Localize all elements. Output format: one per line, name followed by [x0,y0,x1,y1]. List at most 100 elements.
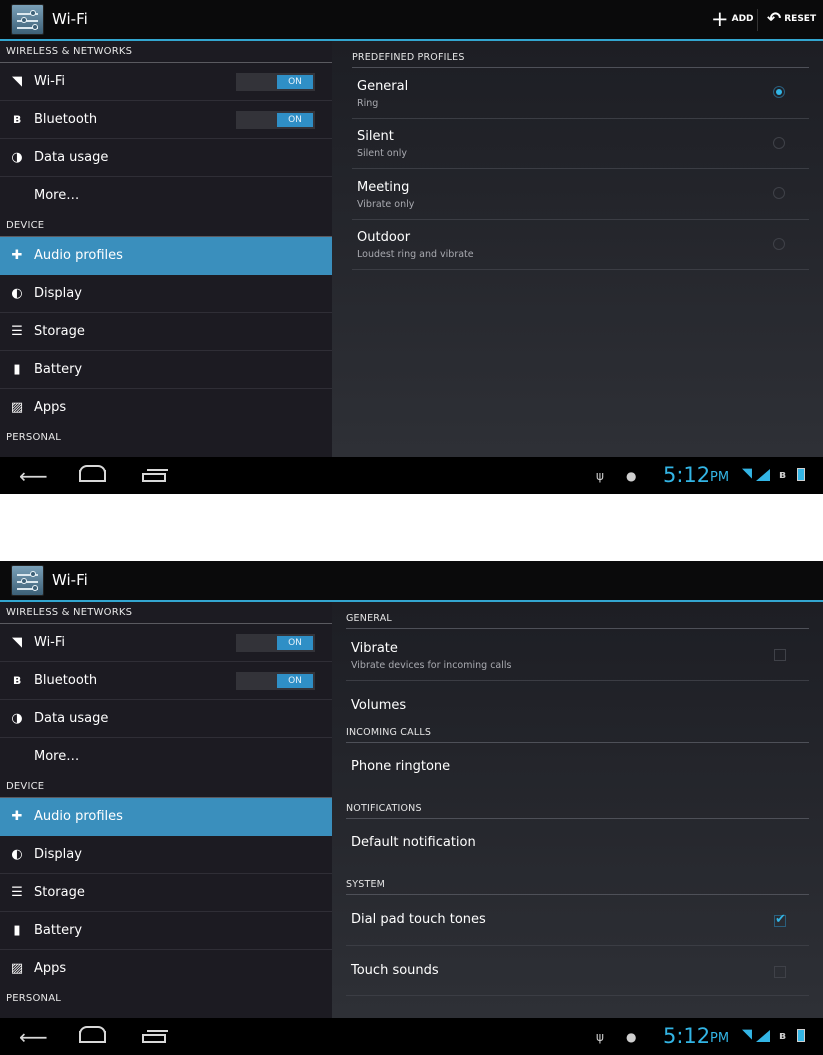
sidebar-item-label: Battery [34,923,83,938]
storage-icon: ☰ [11,324,23,339]
profile-subtitle: Silent only [357,148,408,159]
sidebar-item-battery[interactable]: ▮ Battery [0,351,332,389]
add-label: ADD [731,14,754,24]
undo-icon: ↶ [767,9,782,29]
bluetooth-status-icon: ʙ [779,1029,786,1042]
sidebar-item-audio-profiles[interactable]: ✚ Audio profiles [0,237,332,275]
recent-apps-icon[interactable] [142,1030,168,1044]
bluetooth-icon: ʙ [12,112,22,127]
bluetooth-toggle[interactable]: ON [236,672,315,690]
sidebar-item-label: Battery [34,362,83,377]
system-bar: ⟵ ψ ● 5:12 PM ◥ ʙ [0,1018,823,1055]
settings-app-icon[interactable] [11,565,44,596]
wifi-status-icon: ◥ [742,466,752,481]
default-notification-setting[interactable]: Default notification [346,819,809,865]
battery-status-icon [797,468,805,481]
sidebar-item-label: Display [34,286,82,301]
sidebar-item-label: Data usage [34,711,109,726]
status-clock: 5:12 [663,463,711,487]
sidebar-item-battery[interactable]: ▮ Battery [0,912,332,950]
section-header-device: DEVICE [0,776,332,798]
add-button[interactable]: + ADD [711,7,754,31]
data-usage-icon: ◑ [11,150,23,165]
app-title: Wi-Fi [52,10,88,28]
profile-title: Outdoor [357,230,411,245]
data-usage-icon: ◑ [11,711,23,726]
dial-pad-checkbox[interactable] [774,912,786,927]
sidebar-item-more[interactable]: More… [0,738,332,776]
toggle-on-label: ON [277,674,313,688]
section-header-wireless: WIRELESS & NETWORKS [0,41,332,63]
battery-icon: ▮ [13,362,21,377]
wifi-toggle[interactable]: ON [236,73,315,91]
setting-title: Default notification [351,835,476,850]
touch-sounds-checkbox[interactable] [774,966,786,978]
wifi-toggle[interactable]: ON [236,634,315,652]
section-header-personal: PERSONAL [6,432,62,443]
sidebar-item-label: Wi-Fi [34,74,66,89]
reset-button[interactable]: ↶ RESET [767,9,816,29]
profile-general[interactable]: General Ring [352,68,809,119]
profile-silent[interactable]: Silent Silent only [352,119,809,169]
profile-radio-outdoor[interactable] [773,238,785,250]
profile-outdoor[interactable]: Outdoor Loudest ring and vibrate [352,220,809,270]
profile-meeting[interactable]: Meeting Vibrate only [352,169,809,220]
home-icon[interactable] [79,1026,106,1043]
sidebar-item-more[interactable]: More… [0,177,332,215]
sidebar-item-data-usage[interactable]: ◑ Data usage [0,139,332,177]
vibrate-checkbox[interactable] [774,649,786,661]
setting-title: Volumes [351,698,407,713]
usb-icon: ψ [596,1030,604,1044]
bluetooth-toggle[interactable]: ON [236,111,315,129]
sidebar-item-apps[interactable]: ▨ Apps [0,950,332,988]
sidebar-item-data-usage[interactable]: ◑ Data usage [0,700,332,738]
sidebar-item-label: Data usage [34,150,109,165]
section-header-incoming-calls: INCOMING CALLS [346,719,809,743]
settings-sidebar: WIRELESS & NETWORKS ◥ Wi-Fi ON ʙ Bluetoo… [0,602,332,1018]
sidebar-item-label: Storage [34,885,85,900]
home-icon[interactable] [79,465,106,482]
setting-title: Dial pad touch tones [351,912,486,927]
sidebar-item-apps[interactable]: ▨ Apps [0,389,332,427]
sidebar-item-label: Audio profiles [34,248,123,263]
section-header-system: SYSTEM [346,871,809,895]
section-header-device: DEVICE [0,215,332,237]
profile-subtitle: Vibrate only [357,199,415,210]
toggle-on-label: ON [277,113,313,127]
settings-app-icon[interactable] [11,4,44,35]
vibrate-setting[interactable]: Vibrate Vibrate devices for incoming cal… [346,629,809,681]
profile-radio-silent[interactable] [773,137,785,149]
plus-icon: + [711,7,729,31]
touch-sounds-setting[interactable]: Touch sounds [346,946,809,996]
dial-pad-tones-setting[interactable]: Dial pad touch tones [346,895,809,946]
sidebar-item-display[interactable]: ◐ Display [0,275,332,313]
toggle-on-label: ON [277,75,313,89]
sidebar-item-bluetooth[interactable]: ʙ Bluetooth ON [0,662,332,700]
sidebar-item-display[interactable]: ◐ Display [0,836,332,874]
sidebar-item-storage[interactable]: ☰ Storage [0,874,332,912]
setting-subtitle: Vibrate devices for incoming calls [351,660,512,671]
settings-sidebar: WIRELESS & NETWORKS ◥ Wi-Fi ON ʙ Bluetoo… [0,41,332,457]
sidebar-item-storage[interactable]: ☰ Storage [0,313,332,351]
sidebar-item-label: Display [34,847,82,862]
signal-icon [756,1030,770,1042]
sidebar-item-wifi[interactable]: ◥ Wi-Fi ON [0,624,332,662]
sidebar-item-label: Audio profiles [34,809,123,824]
apps-icon: ▨ [10,961,24,976]
sidebar-item-label: Bluetooth [34,112,98,127]
sidebar-item-wifi[interactable]: ◥ Wi-Fi ON [0,63,332,101]
profile-title: Silent [357,129,394,144]
storage-icon: ☰ [11,885,23,900]
wifi-status-icon: ◥ [742,1027,752,1042]
profile-radio-general[interactable] [773,86,785,98]
sidebar-item-label: Apps [34,961,67,976]
back-icon[interactable]: ⟵ [19,466,48,486]
recent-apps-icon[interactable] [142,469,168,483]
sidebar-item-audio-profiles[interactable]: ✚ Audio profiles [0,798,332,836]
back-icon[interactable]: ⟵ [19,1027,48,1047]
phone-ringtone-setting[interactable]: Phone ringtone [346,743,809,789]
sidebar-item-bluetooth[interactable]: ʙ Bluetooth ON [0,101,332,139]
app-title: Wi-Fi [52,571,88,589]
status-ampm: PM [710,470,730,485]
profile-radio-meeting[interactable] [773,187,785,199]
